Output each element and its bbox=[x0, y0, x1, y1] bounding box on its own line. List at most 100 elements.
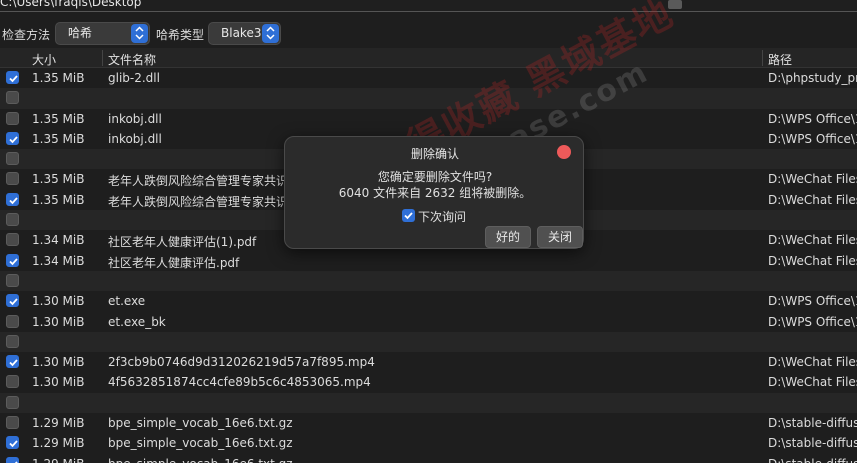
table-row[interactable]: 1.29 MiB bpe_simple_vocab_16e6.txt.gz D:\s… bbox=[0, 413, 857, 433]
row-size: 1.35 MiB bbox=[32, 131, 85, 146]
row-checkbox[interactable] bbox=[6, 172, 19, 186]
dialog-title: 删除确认 bbox=[410, 147, 459, 161]
row-size: 1.30 MiB bbox=[32, 314, 85, 329]
table-row[interactable]: 1.30 MiB 4f5632851874cc4cfe89b5c6c4853065… bbox=[0, 372, 857, 392]
path-scrollbar[interactable] bbox=[668, 0, 682, 9]
row-checkbox[interactable] bbox=[6, 152, 19, 166]
row-checkbox[interactable] bbox=[6, 314, 19, 328]
row-path: D:\WeChat Files bbox=[768, 172, 857, 187]
row-size: 1.34 MiB bbox=[32, 253, 85, 268]
row-checkbox[interactable] bbox=[6, 273, 19, 287]
dialog-message: 您确定要删除文件吗? bbox=[377, 170, 493, 184]
row-size: 1.35 MiB bbox=[32, 71, 85, 85]
row-path: D:\WPS Office\1 bbox=[768, 111, 857, 126]
header-size[interactable]: 大小 bbox=[32, 51, 56, 68]
group-separator-row[interactable] bbox=[0, 331, 857, 353]
row-path: D:\stable-diffus bbox=[768, 436, 857, 451]
row-path: D:\WeChat Files bbox=[768, 375, 857, 390]
table-row[interactable]: 1.35 MiB inkobj.dll D:\WPS Office\1 bbox=[0, 109, 857, 129]
toolbar: 检查方法 哈希 哈希类型 Blake3 bbox=[0, 20, 857, 46]
ok-button[interactable]: 好的 bbox=[485, 226, 531, 248]
row-checkbox-checked[interactable] bbox=[6, 71, 19, 84]
row-filename: inkobj.dll bbox=[108, 131, 162, 146]
row-checkbox-checked[interactable] bbox=[6, 436, 19, 450]
row-checkbox-checked[interactable] bbox=[6, 131, 19, 145]
dialog-detail: 6040 文件来自 2632 组将被删除。 bbox=[338, 186, 532, 200]
row-filename: inkobj.dll bbox=[108, 111, 162, 126]
group-separator-row[interactable] bbox=[0, 88, 857, 109]
row-checkbox-checked[interactable] bbox=[6, 253, 19, 267]
row-filename: 老年人跌倒风险综合管理专家共识 bbox=[108, 174, 289, 189]
hash-type-value: Blake3 bbox=[221, 26, 262, 40]
table-row[interactable]: 1.30 MiB et.exe_bk D:\WPS Office\1 bbox=[0, 312, 857, 332]
row-size: 1.29 MiB bbox=[32, 457, 84, 463]
row-checkbox-checked[interactable] bbox=[6, 192, 19, 206]
table-row[interactable]: 1.29 MiB bpe_simple_vocab_16e6.txt.gz D:\s… bbox=[0, 433, 857, 453]
table-row[interactable]: 1.35 MiB glib-2.dll D:\phpstudy_pro bbox=[0, 68, 857, 88]
check-method-value: 哈希 bbox=[68, 26, 93, 40]
header-path[interactable]: 路径 bbox=[768, 51, 792, 68]
row-checkbox[interactable] bbox=[6, 91, 19, 105]
close-dot-icon[interactable] bbox=[557, 145, 571, 159]
row-path: D:\WeChat Files bbox=[768, 192, 857, 207]
group-separator-row[interactable] bbox=[0, 270, 857, 292]
row-filename: 老年人跌倒风险综合管理专家共识 bbox=[108, 194, 289, 209]
row-path: D:\WPS Office\1 bbox=[768, 314, 857, 329]
row-checkbox-checked[interactable] bbox=[6, 355, 19, 369]
row-size: 1.30 MiB bbox=[32, 294, 85, 309]
row-checkbox-checked[interactable] bbox=[6, 456, 19, 463]
checkbox-checked-icon[interactable] bbox=[402, 209, 415, 222]
ask-next-time-label: 下次询问 bbox=[418, 210, 467, 224]
column-divider[interactable] bbox=[102, 50, 103, 66]
row-path: D:\stable-diffus bbox=[768, 457, 857, 463]
delete-confirm-dialog: 删除确认 您确定要删除文件吗? 6040 文件来自 2632 组将被删除。 下次… bbox=[284, 136, 584, 249]
row-size: 1.35 MiB bbox=[32, 111, 85, 126]
check-method-select[interactable]: 哈希 bbox=[55, 22, 150, 45]
table-header: 大小 文件名称 路径 bbox=[0, 48, 857, 68]
duplicates-table: 大小 文件名称 路径 1.35 MiB glib-2.dll D:\phpstudy… bbox=[0, 48, 857, 463]
row-checkbox[interactable] bbox=[6, 375, 19, 389]
row-checkbox[interactable] bbox=[6, 334, 19, 348]
table-row[interactable]: 1.30 MiB et.exe D:\WPS Office\1 bbox=[0, 291, 857, 311]
row-path: D:\WPS Office\1 bbox=[768, 294, 857, 309]
row-filename: 2f3cb9b0746d9d312026219d57a7f895.mp4 bbox=[108, 355, 375, 370]
row-filename: bpe_simple_vocab_16e6.txt.gz bbox=[108, 457, 293, 463]
group-separator-row[interactable] bbox=[0, 392, 857, 414]
row-size: 1.30 MiB bbox=[32, 375, 85, 390]
row-checkbox[interactable] bbox=[6, 395, 19, 409]
chevron-updown-icon bbox=[262, 24, 279, 43]
path-text: C:\Users\fraqis\Desktop bbox=[0, 0, 142, 9]
table-row[interactable]: 1.29 MiB bpe_simple_vocab_16e6.txt.gz D:\s… bbox=[0, 454, 857, 463]
row-size: 1.30 MiB bbox=[32, 355, 85, 370]
path-bar[interactable]: C:\Users\fraqis\Desktop bbox=[0, 0, 857, 12]
chevron-updown-icon bbox=[131, 24, 148, 43]
row-path: D:\WeChat Files bbox=[768, 355, 857, 370]
row-filename: et.exe_bk bbox=[108, 314, 166, 329]
row-checkbox[interactable] bbox=[6, 213, 19, 227]
row-filename: glib-2.dll bbox=[108, 71, 160, 85]
row-path: D:\WeChat Files bbox=[768, 233, 857, 248]
row-filename: bpe_simple_vocab_16e6.txt.gz bbox=[108, 436, 293, 451]
row-path: D:\WPS Office\1 bbox=[768, 131, 857, 146]
table-row[interactable]: 1.34 MiB 社区老年人健康评估.pdf D:\WeChat Files bbox=[0, 251, 857, 271]
row-filename: 4f5632851874cc4cfe89b5c6c4853065.mp4 bbox=[108, 375, 371, 390]
row-filename: et.exe bbox=[108, 294, 146, 309]
row-checkbox-checked[interactable] bbox=[6, 294, 19, 308]
table-row[interactable]: 1.30 MiB 2f3cb9b0746d9d312026219d57a7f895… bbox=[0, 352, 857, 372]
row-checkbox[interactable] bbox=[6, 416, 19, 430]
row-checkbox[interactable] bbox=[6, 233, 19, 247]
row-filename: 社区老年人健康评估.pdf bbox=[108, 255, 240, 270]
row-path: D:\phpstudy_pro bbox=[768, 71, 857, 85]
row-size: 1.35 MiB bbox=[32, 192, 85, 207]
hash-type-select[interactable]: Blake3 bbox=[208, 22, 281, 45]
column-divider[interactable] bbox=[762, 50, 763, 66]
row-checkbox[interactable] bbox=[6, 111, 19, 125]
close-button[interactable]: 关闭 bbox=[537, 226, 583, 248]
row-size: 1.29 MiB bbox=[32, 436, 85, 451]
row-filename: bpe_simple_vocab_16e6.txt.gz bbox=[108, 416, 293, 431]
row-size: 1.29 MiB bbox=[32, 416, 85, 431]
row-path: D:\WeChat Files bbox=[768, 253, 857, 268]
hash-type-label: 哈希类型 bbox=[156, 28, 205, 42]
header-name[interactable]: 文件名称 bbox=[108, 51, 156, 68]
row-filename: 社区老年人健康评估(1).pdf bbox=[108, 235, 257, 250]
